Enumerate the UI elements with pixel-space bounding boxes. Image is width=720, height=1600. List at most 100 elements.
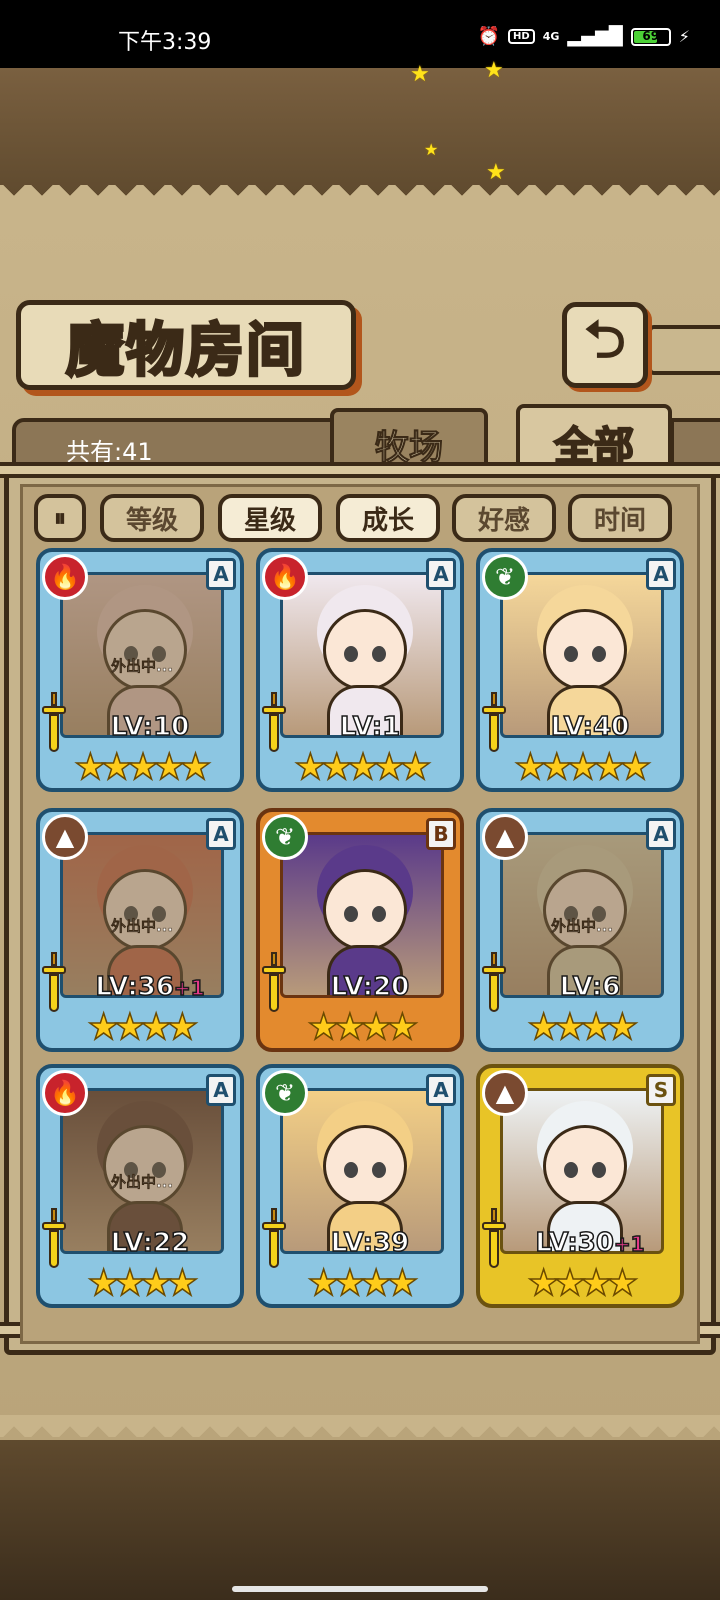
monster-card[interactable]: 外出中... 🔥 A LV:10 ★★★★★	[36, 548, 244, 792]
away-status: 外出中...	[110, 917, 174, 936]
rank-badge: A	[426, 558, 456, 590]
star-icon: ★	[294, 747, 328, 789]
bottom-band	[0, 1440, 720, 1600]
home-indicator[interactable]	[232, 1586, 488, 1592]
star-icon: ★	[386, 1007, 420, 1049]
star-deco-icon: ★	[410, 62, 430, 87]
rank-badge: A	[206, 818, 236, 850]
monster-level: LV:40	[520, 711, 660, 743]
fire-element-icon: 🔥	[42, 1070, 88, 1116]
sort-label: 星级	[243, 505, 296, 536]
star-icon: ★	[553, 1007, 587, 1049]
monster-face	[323, 869, 407, 951]
star-icon: ★	[619, 747, 653, 789]
sort-by-stars-button[interactable]: 星级	[218, 494, 322, 542]
star-icon: ★	[579, 1263, 613, 1305]
star-icon: ★	[527, 1263, 561, 1305]
rock-element-icon: ▲	[482, 1070, 528, 1116]
star-icon: ★	[87, 1007, 121, 1049]
star-icon: ★	[333, 1007, 367, 1049]
back-button[interactable]: ⮌	[562, 302, 648, 388]
monster-card[interactable]: 外出中... ▲ A LV:36+1 ★★★★	[36, 808, 244, 1052]
signal-bars-icon: ▂▄▆█	[567, 26, 623, 47]
star-icon: ★	[100, 747, 134, 789]
sword-icon	[42, 1208, 66, 1272]
star-rating: ★★★★	[260, 1263, 460, 1305]
star-icon: ★	[514, 747, 548, 789]
monster-level: LV:20	[300, 971, 440, 1003]
return-arrow-icon: ⮌	[584, 309, 626, 370]
star-icon: ★	[74, 747, 108, 789]
star-icon: ★	[179, 747, 213, 789]
sort-label: 成长	[361, 505, 414, 536]
network-type: 4G	[542, 30, 560, 43]
star-icon: ★	[139, 1007, 173, 1049]
battery-level: 69	[642, 28, 660, 43]
star-icon: ★	[359, 1263, 393, 1305]
status-icons: ⏰ HD 4G ▂▄▆█ 69 ⚡	[478, 26, 690, 47]
sword-icon	[482, 692, 506, 756]
star-icon: ★	[386, 1263, 420, 1305]
page-title-plate: 魔物房间	[16, 300, 356, 390]
monster-card[interactable]: 外出中... ▲ A LV:6 ★★★★	[476, 808, 684, 1052]
sword-icon	[262, 692, 286, 756]
star-deco-icon: ★	[486, 160, 506, 185]
level-text: LV:1	[339, 711, 401, 743]
sort-by-affection-button[interactable]: 好感	[452, 494, 556, 542]
monster-level: LV:6	[520, 971, 660, 1003]
frame-rail-top	[0, 462, 720, 478]
zigzag-edge	[0, 185, 720, 207]
monster-card[interactable]: ❦ A LV:40 ★★★★★	[476, 548, 684, 792]
star-icon: ★	[113, 1007, 147, 1049]
sword-icon	[482, 952, 506, 1016]
star-icon: ★	[606, 1263, 640, 1305]
leaf-element-icon: ❦	[262, 1070, 308, 1116]
sort-by-time-button[interactable]: 时间	[568, 494, 672, 542]
level-text: LV:20	[330, 971, 410, 1003]
monster-level: LV:39	[300, 1227, 440, 1259]
sword-icon	[482, 1208, 506, 1272]
level-text: LV:39	[330, 1227, 410, 1259]
status-time: 下午3:39	[118, 30, 212, 55]
monster-level: LV:22	[80, 1227, 220, 1259]
monster-card[interactable]: 外出中... 🔥 A LV:22 ★★★★	[36, 1064, 244, 1308]
star-icon: ★	[540, 747, 574, 789]
fire-element-icon: 🔥	[262, 554, 308, 600]
sort-label: 等级	[125, 505, 178, 536]
away-status: 外出中...	[110, 657, 174, 676]
sort-by-growth-button[interactable]: 成长	[336, 494, 440, 542]
star-icon: ★	[152, 747, 186, 789]
rock-element-icon: ▲	[42, 814, 88, 860]
level-text: LV:30	[535, 1227, 615, 1259]
hd-icon: HD	[508, 29, 535, 44]
star-rating: ★★★★	[480, 1263, 680, 1305]
star-deco-icon: ★	[424, 140, 439, 159]
away-status: 外出中...	[110, 1173, 174, 1192]
sword-icon	[262, 952, 286, 1016]
monster-card[interactable]: ❦ A LV:39 ★★★★	[256, 1064, 464, 1308]
star-deco-icon: ★	[484, 58, 504, 83]
star-rating: ★★★★★	[260, 747, 460, 789]
level-bonus: +1	[613, 1231, 645, 1257]
sword-icon	[262, 1208, 286, 1272]
star-icon: ★	[372, 747, 406, 789]
monster-card[interactable]: 🔥 A LV:1 ★★★★★	[256, 548, 464, 792]
page-title: 魔物房间	[64, 315, 306, 386]
star-icon: ★	[553, 1263, 587, 1305]
monster-card[interactable]: ▲ S LV:30+1 ★★★★	[476, 1064, 684, 1308]
rock-element-icon: ▲	[482, 814, 528, 860]
monster-face	[543, 1125, 627, 1207]
sort-order-toggle[interactable]: ⏸	[34, 494, 86, 542]
sort-by-level-button[interactable]: 等级	[100, 494, 204, 542]
monster-card[interactable]: ❦ B LV:20 ★★★★	[256, 808, 464, 1052]
rank-badge: A	[206, 558, 236, 590]
star-icon: ★	[166, 1263, 200, 1305]
star-icon: ★	[139, 1263, 173, 1305]
star-rating: ★★★★★	[40, 747, 240, 789]
level-text: LV:10	[110, 711, 190, 743]
leaf-element-icon: ❦	[262, 814, 308, 860]
star-icon: ★	[87, 1263, 121, 1305]
star-icon: ★	[320, 747, 354, 789]
leaf-element-icon: ❦	[482, 554, 528, 600]
fire-element-icon: 🔥	[42, 554, 88, 600]
